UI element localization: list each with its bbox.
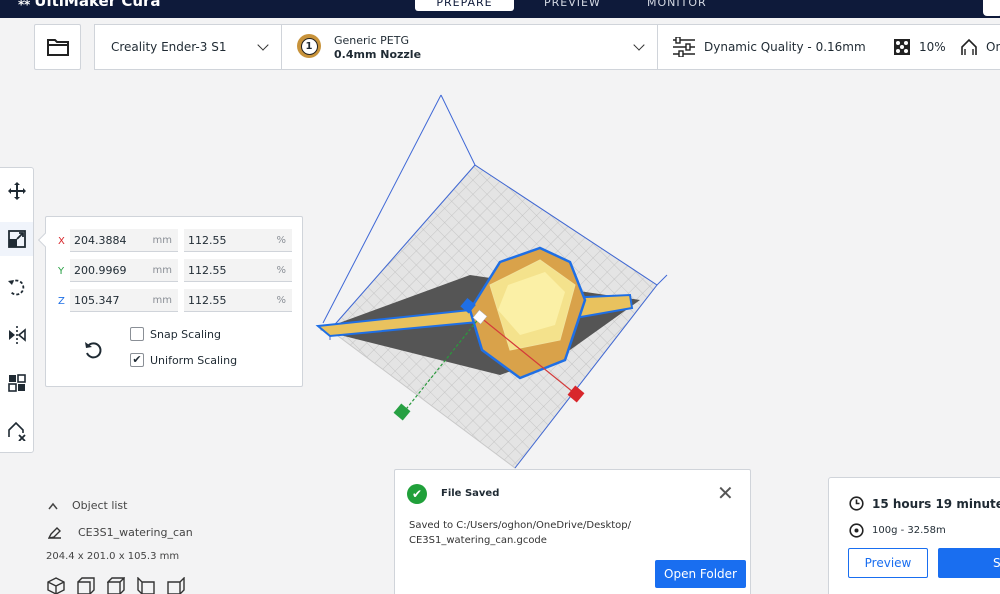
preview-button[interactable]: Preview [848,548,928,578]
unit-percent: % [276,235,286,246]
mirror-tool-button[interactable] [0,318,33,352]
material-selector[interactable]: 1 Generic PETG 0.4mm Nozzle [282,25,658,69]
account-button[interactable] [983,0,1000,16]
scale-y-mm-value: 200.9969 [74,264,127,277]
rotate-icon [7,279,24,296]
axis-label-y: Y [58,266,65,277]
support-value: On [986,40,1000,54]
snap-scaling-checkbox[interactable]: Snap Scaling [130,327,221,341]
snap-scaling-label: Snap Scaling [150,327,222,341]
material-usage: 100g - 32.58m [872,525,946,536]
scale-panel: X 204.3884 mm 112.55 % Y 200.9969 mm 112… [37,216,303,387]
reset-scale-button[interactable] [82,339,104,364]
logo-icon: ⁂ [18,0,30,8]
open-folder-button[interactable]: Open Folder [655,560,746,588]
pencil-icon [48,526,61,539]
object-list-header: Object list [72,499,128,512]
axis-label-z: Z [58,296,65,307]
uniform-scaling-checkbox[interactable]: ✔ Uniform Scaling [130,353,237,367]
main-toolbar: Creality Ender-3 S1 1 Generic PETG 0.4mm… [94,24,1000,70]
scale-y-mm-input[interactable]: 200.9969 mm [70,259,178,282]
scale-z-mm-input[interactable]: 105.347 mm [70,289,178,312]
profile-name: Dynamic Quality - 0.16mm [704,40,866,54]
spool-icon [849,523,864,538]
chevron-up-icon [48,502,58,509]
scale-y-percent-value: 112.55 [188,264,227,277]
print-time: 15 hours 19 minutes [872,496,1000,511]
object-name-row[interactable]: CE3S1_watering_can [48,526,193,539]
tab-prepare[interactable]: PREPARE [415,0,514,11]
reset-icon [85,342,102,359]
sliders-icon [673,37,695,57]
view-left-icon[interactable] [137,577,155,594]
scale-x-mm-value: 204.3884 [74,234,127,247]
save-to-disk-button[interactable]: Save to Disk [938,548,1000,594]
support-blocker-icon [7,421,26,441]
scale-z-percent-input[interactable]: 112.55 % [184,289,292,312]
view-3d-icon[interactable] [47,577,65,594]
chevron-down-icon [633,39,645,51]
scale-tool-button[interactable] [0,222,33,256]
mirror-icon [8,326,26,344]
open-file-button[interactable] [34,24,81,70]
unit-percent: % [276,295,286,306]
close-icon[interactable]: ✕ [717,483,734,503]
toast-title: File Saved [441,488,500,499]
unit-mm: mm [152,235,172,246]
support-icon [961,38,977,55]
per-model-settings-icon [7,374,26,392]
unit-percent: % [276,265,286,276]
chevron-down-icon [257,39,269,51]
scale-x-percent-input[interactable]: 112.55 % [184,229,292,252]
scale-icon [7,230,26,248]
scale-y-percent-input[interactable]: 112.55 % [184,259,292,282]
nozzle-size: 0.4mm Nozzle [334,48,422,61]
app-logo: ⁂ UltiMaker Cura [18,0,161,10]
extruder-number: 1 [300,37,318,55]
move-tool-button[interactable] [0,174,33,208]
toast-message: Saved to C:/Users/oghon/OneDrive/Desktop… [409,520,632,546]
tab-preview[interactable]: PREVIEW [544,0,600,11]
uniform-scaling-label: Uniform Scaling [150,353,238,367]
infill-value: 10% [919,40,946,54]
app-header: ⁂ UltiMaker Cura PREPARE PREVIEW MONITOR [0,0,1000,18]
app-name: UltiMaker Cura [34,0,161,10]
printer-selector[interactable]: Creality Ender-3 S1 [95,25,282,69]
panel-pointer [37,232,53,248]
unit-mm: mm [152,295,172,306]
scale-z-mm-value: 105.347 [74,294,120,307]
extruder-icon: 1 [297,34,321,58]
scale-z-percent-value: 112.55 [188,294,227,307]
rotate-tool-button[interactable] [0,270,33,304]
checkbox-checked: ✔ [130,353,144,367]
camera-view-buttons [47,577,185,594]
view-front-icon[interactable] [77,577,95,594]
support-blocker-button[interactable] [0,414,33,448]
per-model-settings-button[interactable] [0,366,33,400]
material-usage-row: 100g - 32.58m [849,523,946,538]
folder-icon [46,39,69,56]
axis-label-x: X [58,236,65,247]
infill-icon [894,39,910,55]
scale-x-mm-input[interactable]: 204.3884 mm [70,229,178,252]
tool-panel [0,167,34,453]
view-top-icon[interactable] [107,577,125,594]
object-dimensions: 204.4 x 201.0 x 105.3 mm [46,551,180,562]
success-check-icon: ✔ [407,484,427,504]
tab-monitor[interactable]: MONITOR [647,0,706,11]
material-name: Generic PETG [334,34,409,47]
unit-mm: mm [152,265,172,276]
checkbox-unchecked [130,327,144,341]
build-volume-viewport[interactable] [300,88,680,473]
clock-icon [849,496,864,511]
move-icon [7,182,26,200]
print-time-row: 15 hours 19 minutes [849,496,1000,511]
file-saved-toast: ✔ File Saved ✕ Saved to C:/Users/oghon/O… [394,469,751,594]
print-action-panel: 15 hours 19 minutes 100g - 32.58m Previe… [828,477,1000,594]
printer-name: Creality Ender-3 S1 [111,40,227,54]
object-list-toggle[interactable]: Object list [48,499,127,512]
scale-x-percent-value: 112.55 [188,234,227,247]
object-name: CE3S1_watering_can [78,526,193,539]
view-right-icon[interactable] [167,577,185,594]
